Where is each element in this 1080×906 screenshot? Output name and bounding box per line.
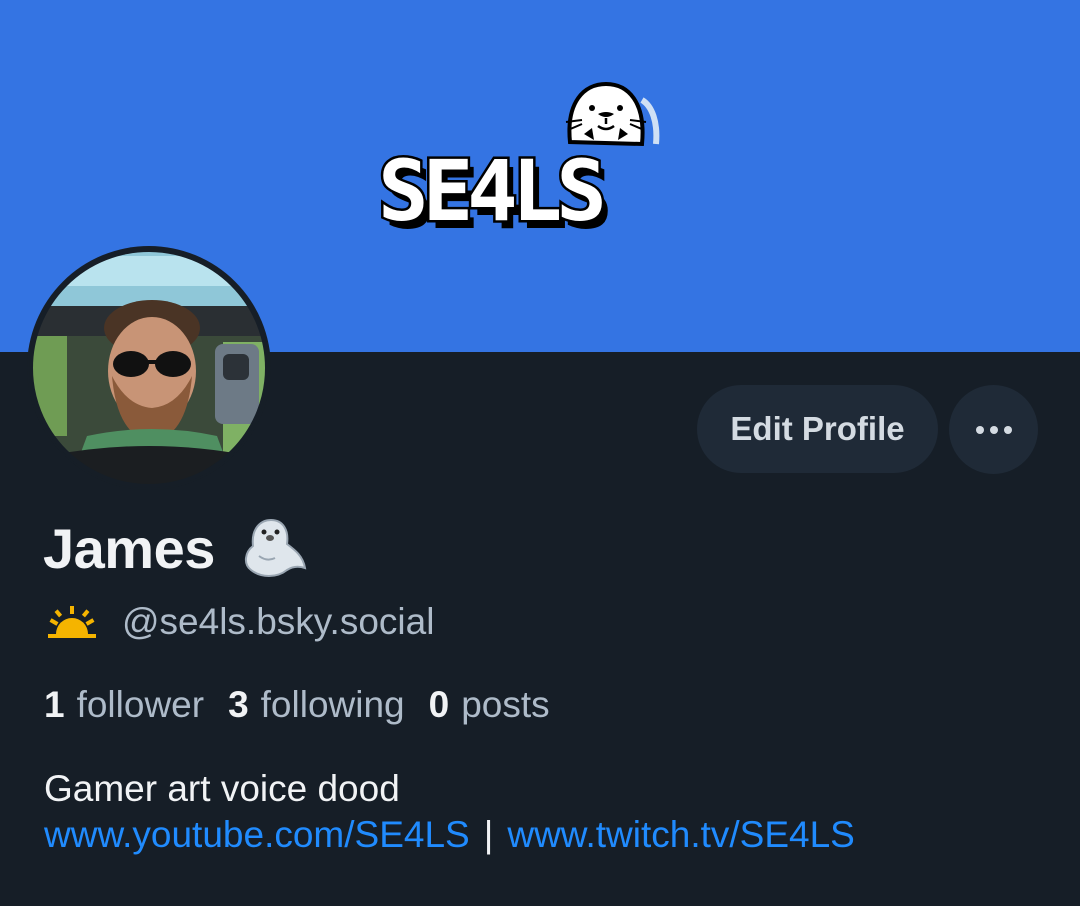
following-label: following xyxy=(260,684,405,725)
posts-count: 0 xyxy=(428,684,450,725)
edit-profile-label: Edit Profile xyxy=(730,410,905,447)
profile-handle: @se4ls.bsky.social xyxy=(122,601,435,642)
twitch-link[interactable]: www.twitch.tv/SE4LS xyxy=(507,814,855,856)
followers-count: 1 xyxy=(44,684,65,725)
bio-text: Gamer art voice dood xyxy=(44,768,400,809)
display-name: James xyxy=(43,516,215,580)
edit-profile-button[interactable]: Edit Profile xyxy=(697,385,938,473)
se4ls-logo: SE4LS SE4LS xyxy=(376,81,660,242)
more-options-button[interactable] xyxy=(949,385,1038,474)
link-separator: | xyxy=(483,814,494,855)
seal-emoji-icon xyxy=(244,518,307,577)
followers-label: follower xyxy=(76,684,205,725)
display-name-row: James xyxy=(43,508,309,588)
ellipsis-icon xyxy=(975,425,1012,434)
sunrise-emoji-icon xyxy=(48,606,96,638)
profile-stats: 1 follower 3 following 0 posts xyxy=(44,682,574,728)
followers-stat[interactable]: 1 follower xyxy=(44,684,204,726)
following-stat[interactable]: 3 following xyxy=(228,684,405,726)
seal-logo-icon xyxy=(565,81,660,147)
youtube-link[interactable]: www.youtube.com/SE4LS xyxy=(44,814,470,856)
following-count: 3 xyxy=(228,684,249,725)
svg-text:SE4LS: SE4LS xyxy=(378,142,602,240)
handle-row: @se4ls.bsky.social xyxy=(44,598,434,646)
avatar-photo xyxy=(29,248,269,488)
posts-stat: 0 posts xyxy=(429,684,550,726)
profile-page: SE4LS SE4LS Edit Profile James @se4ls.bs… xyxy=(0,0,1080,906)
bio-links: www.youtube.com/SE4LS | www.twitch.tv/SE… xyxy=(44,814,855,856)
posts-label: posts xyxy=(461,684,550,725)
avatar[interactable] xyxy=(27,246,271,490)
